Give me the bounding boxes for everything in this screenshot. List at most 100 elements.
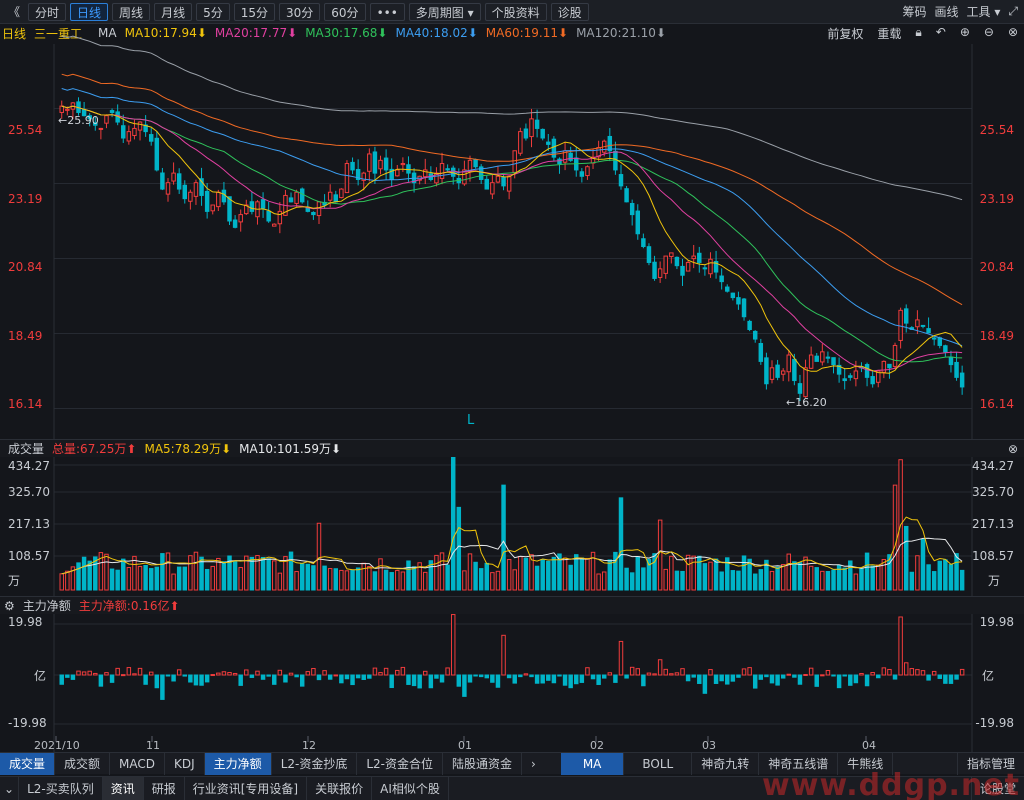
- volume-bar: [216, 557, 221, 591]
- capital-bar: [529, 674, 534, 678]
- volume-bar: [204, 568, 210, 591]
- candle-body: [154, 137, 160, 171]
- capital-bar: [423, 670, 428, 676]
- capital-bar: [820, 674, 825, 677]
- price-tick-right: 25.54: [979, 123, 1014, 137]
- tab-l2-position[interactable]: L2-资金合位: [357, 752, 443, 775]
- price-tick-right: 16.14: [979, 397, 1014, 411]
- capital-bar: [915, 669, 920, 676]
- candle-body: [160, 172, 165, 190]
- tab-industry-news[interactable]: 行业资讯[专用设备]: [185, 776, 308, 800]
- candle-body: [529, 118, 534, 138]
- capital-bar: [456, 674, 462, 687]
- volume-ma10: MA10:101.59万⬇: [239, 442, 342, 456]
- volume-bar: [719, 571, 724, 591]
- capital-bar: [126, 667, 132, 676]
- volume-bar: [629, 572, 635, 591]
- candle-body: [221, 189, 227, 203]
- volume-bar: [685, 554, 691, 591]
- capital-bar: [367, 674, 372, 679]
- capital-bar: [350, 674, 355, 686]
- candle-body: [367, 153, 372, 172]
- tab-related-quotes[interactable]: 关联报价: [307, 776, 373, 800]
- candle-body: [635, 210, 641, 235]
- candle-body: [842, 378, 847, 382]
- capital-bar: [59, 674, 64, 685]
- capital-bar: [758, 674, 764, 680]
- tab-kdj[interactable]: KDJ: [165, 752, 205, 775]
- capital-bar: [445, 667, 450, 676]
- volume-bar: [842, 567, 847, 591]
- capital-bar: [227, 672, 232, 676]
- capital-bar: [736, 674, 741, 678]
- candle-body: [646, 246, 652, 263]
- candle-body: [327, 191, 333, 201]
- capital-bar: [154, 674, 160, 689]
- tab-l2-queue[interactable]: L2-买卖队列: [19, 776, 103, 800]
- capital-bar: [797, 674, 803, 685]
- capital-bar: [613, 674, 618, 683]
- volume-bar: [395, 570, 400, 591]
- candle-body: [937, 337, 943, 346]
- volume-bar: [680, 570, 685, 591]
- tab-news[interactable]: 资讯: [102, 776, 144, 800]
- tab-ai-similar[interactable]: AI相似个股: [372, 776, 449, 800]
- capital-bar: [327, 674, 333, 680]
- candle-body: [870, 376, 875, 385]
- volume-bar: [601, 571, 607, 591]
- collapse-icon[interactable]: ⌄: [0, 776, 20, 800]
- volume-bar: [915, 555, 920, 591]
- tab-main-net[interactable]: 主力净额: [204, 752, 272, 775]
- volume-bar: [288, 551, 294, 591]
- candle-body: [121, 125, 126, 139]
- candle-body: [484, 178, 490, 190]
- capital-bar: [943, 674, 948, 684]
- capital-bar: [143, 674, 148, 685]
- capital-value: 主力净额:0.16亿⬆: [78, 599, 180, 613]
- candle-body: [803, 367, 808, 398]
- capital-bar: [333, 674, 339, 677]
- candle-body: [350, 161, 355, 171]
- capital-bar: [618, 640, 624, 676]
- tab-macd[interactable]: MACD: [110, 752, 166, 775]
- tab-northbound[interactable]: 陆股通资金: [443, 752, 523, 775]
- capital-bar: [534, 674, 540, 684]
- candle-body: [697, 252, 702, 263]
- volume-bar: [758, 569, 764, 591]
- candle-body: [792, 358, 797, 382]
- tab-ma[interactable]: MA: [560, 752, 625, 775]
- capital-tick-right: -19.98: [975, 716, 1014, 730]
- volume-bar: [512, 569, 517, 591]
- volume-bar: [333, 568, 339, 591]
- tab-l2-bottom[interactable]: L2-资金抄底: [272, 752, 358, 775]
- candle-body: [769, 367, 775, 380]
- capital-unit-right: 亿: [981, 669, 994, 683]
- settings-icon[interactable]: ⚙: [4, 599, 15, 613]
- price-tick-right: 18.49: [979, 329, 1014, 343]
- volume-bar: [954, 553, 959, 591]
- candle-body: [641, 238, 646, 248]
- volume-bar: [820, 570, 825, 591]
- tab-boll[interactable]: BOLL: [624, 752, 693, 775]
- capital-bar: [182, 674, 188, 677]
- candle-body: [294, 191, 299, 204]
- capital-bar: [272, 674, 277, 685]
- capital-bar: [506, 674, 512, 679]
- candle-body: [333, 194, 339, 203]
- volume-tick-right: 217.13: [972, 517, 1014, 531]
- candle-body: [299, 188, 305, 203]
- tab-research[interactable]: 研报: [144, 776, 185, 800]
- close-icon[interactable]: ⊗: [1008, 442, 1018, 456]
- capital-bar: [825, 669, 831, 676]
- capital-bar: [378, 672, 383, 676]
- capital-bar: [775, 674, 780, 686]
- volume-bar: [272, 560, 277, 591]
- capital-bar: [501, 634, 506, 676]
- tab-turnover[interactable]: 成交额: [55, 752, 111, 775]
- kline-chart[interactable]: [0, 0, 1024, 752]
- volume-bar: [76, 562, 81, 591]
- tab-td-nine[interactable]: 神奇九转: [692, 752, 760, 775]
- tabs-scroll-right-icon[interactable]: ›: [522, 753, 545, 775]
- tab-volume[interactable]: 成交量: [0, 752, 56, 775]
- candle-body: [288, 197, 294, 203]
